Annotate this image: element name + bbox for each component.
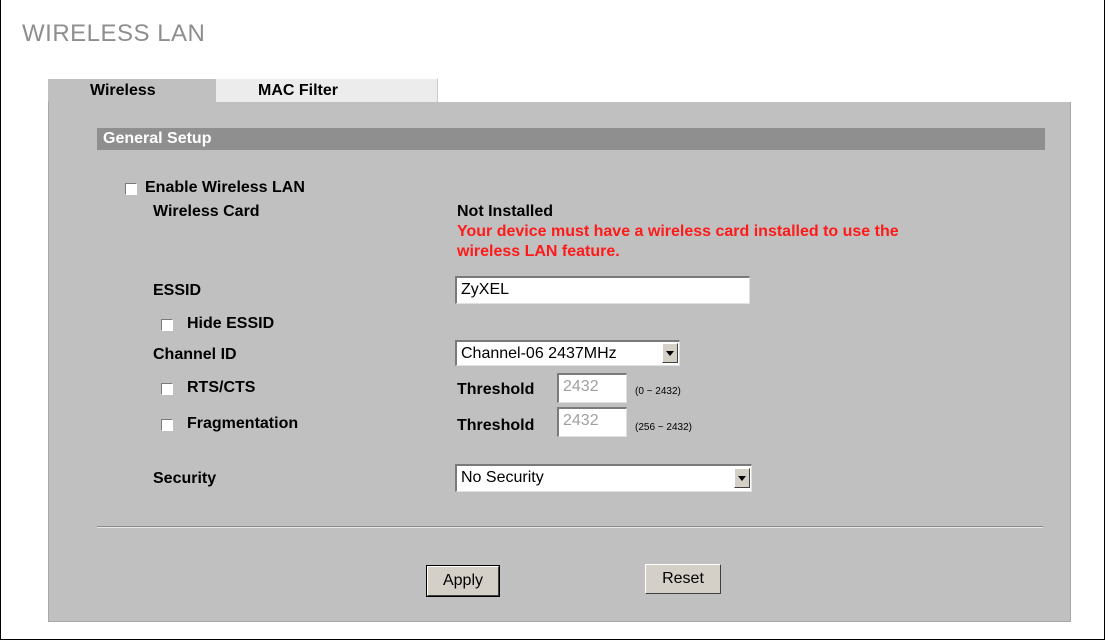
fragmentation-threshold-range: (256 ~ 2432): [635, 422, 692, 433]
fragmentation-threshold-label: Threshold: [457, 417, 535, 434]
page-title: WIRELESS LAN: [22, 20, 206, 47]
rts-cts-label: RTS/CTS: [187, 379, 256, 396]
rts-threshold-label: Threshold: [457, 381, 535, 398]
hide-essid-label: Hide ESSID: [187, 315, 275, 332]
essid-input[interactable]: ZyXEL: [455, 276, 750, 304]
enable-wireless-checkbox[interactable]: [125, 183, 137, 195]
chevron-down-icon[interactable]: [734, 468, 750, 488]
rts-cts-checkbox[interactable]: [161, 383, 173, 395]
tab-mac-filter[interactable]: MAC Filter: [216, 78, 438, 102]
security-select[interactable]: No Security: [455, 464, 752, 492]
security-selected: No Security: [461, 469, 544, 486]
channel-id-select[interactable]: Channel-06 2437MHz: [455, 340, 680, 366]
rts-threshold-range: (0 ~ 2432): [635, 386, 681, 397]
wireless-card-warning-line1: Your device must have a wireless card in…: [457, 223, 899, 240]
settings-panel: General Setup Enable Wireless LAN Wirele…: [48, 102, 1071, 622]
security-label: Security: [153, 470, 217, 487]
hide-essid-checkbox[interactable]: [161, 319, 173, 331]
fragmentation-threshold-input[interactable]: 2432: [557, 407, 627, 437]
essid-label: ESSID: [153, 282, 202, 299]
chevron-down-icon[interactable]: [662, 343, 678, 363]
enable-wireless-label: Enable Wireless LAN: [145, 179, 305, 196]
rts-threshold-input[interactable]: 2432: [557, 373, 627, 403]
wireless-card-label: Wireless Card: [153, 203, 260, 220]
wireless-card-warning-line2: wireless LAN feature.: [457, 243, 620, 260]
wireless-card-value: Not Installed: [457, 203, 554, 220]
divider: [97, 526, 1043, 528]
section-header-general-setup: General Setup: [97, 128, 1045, 150]
reset-button[interactable]: Reset: [645, 564, 721, 594]
fragmentation-label: Fragmentation: [187, 415, 299, 432]
fragmentation-checkbox[interactable]: [161, 419, 173, 431]
channel-id-selected: Channel-06 2437MHz: [461, 345, 617, 362]
apply-button[interactable]: Apply: [426, 565, 500, 597]
tab-wireless[interactable]: Wireless: [48, 78, 216, 102]
channel-id-label: Channel ID: [153, 346, 237, 363]
